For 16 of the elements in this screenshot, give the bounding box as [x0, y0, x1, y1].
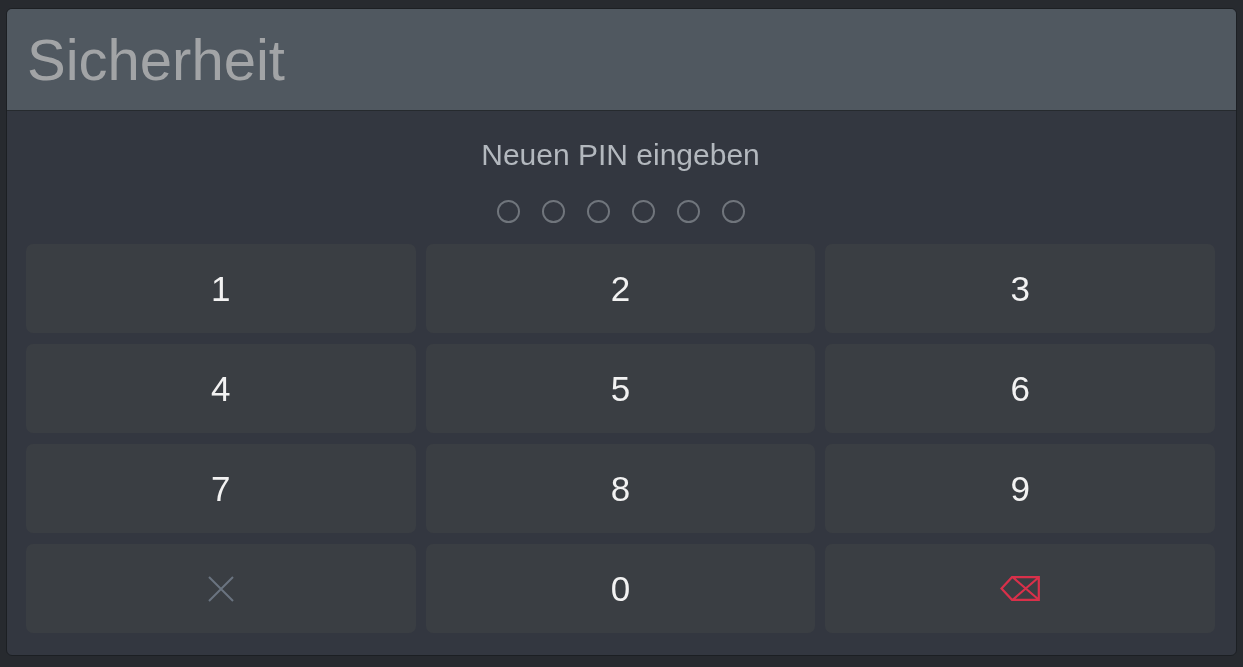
digit-key[interactable]: 8	[425, 444, 816, 533]
clear-key[interactable]	[26, 544, 416, 633]
digit-key[interactable]: 2	[425, 244, 816, 333]
backspace-icon	[1000, 576, 1041, 601]
digit-key[interactable]: 9	[825, 444, 1215, 533]
dialog-title: Sicherheit	[27, 27, 285, 92]
digit-key[interactable]: 3	[825, 244, 1215, 333]
pin-prompt: Neuen PIN eingeben	[481, 137, 760, 173]
digit-key[interactable]: 6	[825, 344, 1215, 433]
backspace-key[interactable]	[825, 544, 1215, 633]
digit-key[interactable]: 7	[26, 444, 416, 533]
digit-key[interactable]: 1	[26, 244, 416, 333]
digit-key[interactable]: 4	[26, 344, 416, 433]
digit-key[interactable]: 5	[425, 344, 816, 433]
close-icon	[207, 575, 234, 602]
digit-key[interactable]: 0	[425, 544, 816, 633]
